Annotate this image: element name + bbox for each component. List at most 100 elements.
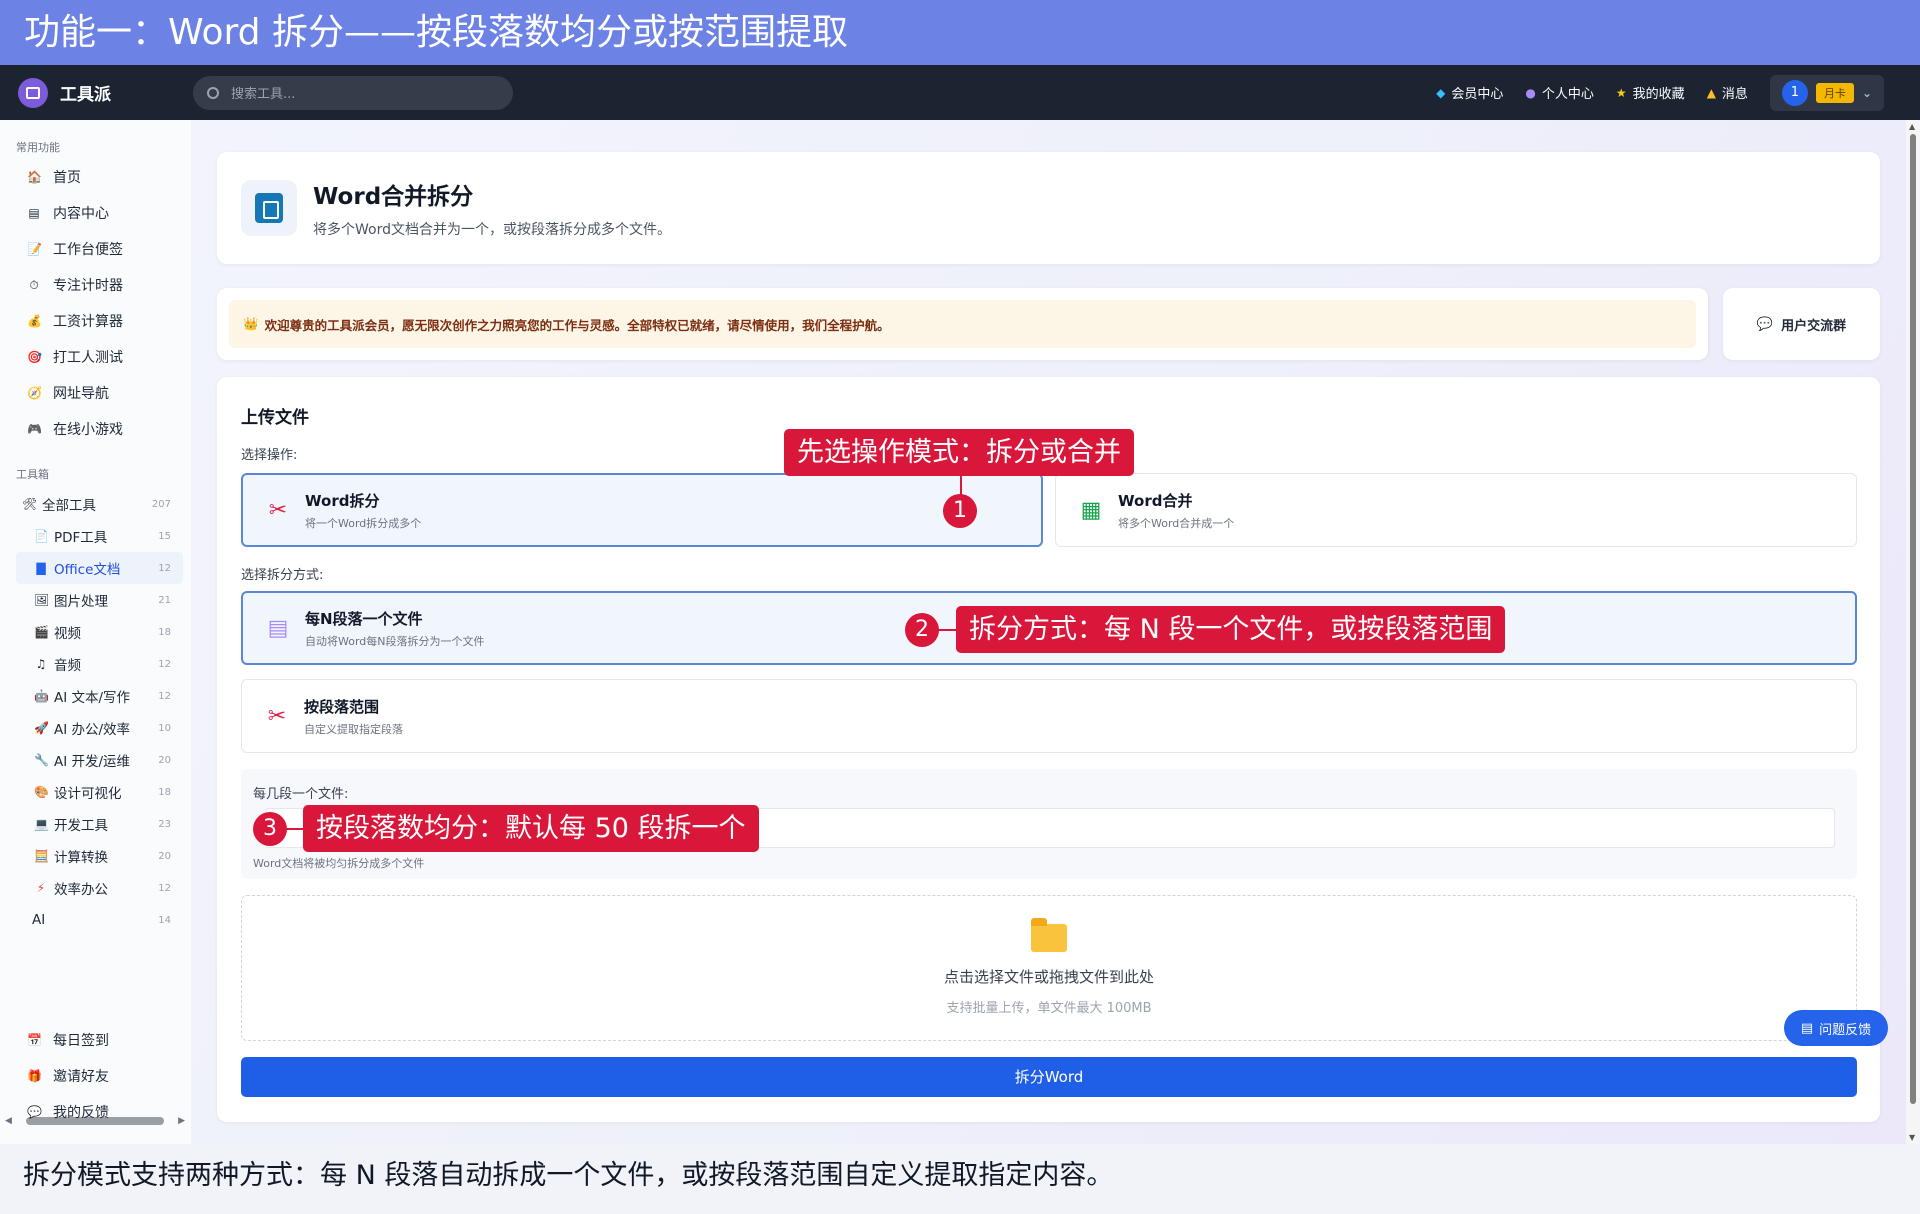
sidebar-tool-pdf[interactable]: 📄 PDF工具 15 [0, 520, 191, 552]
diamond-icon: ◆ [1436, 85, 1446, 100]
memo-icon: 📝 [27, 242, 42, 256]
top-navbar: 工具派 搜索工具... ◆ 会员中心 ● 个人中心 ★ 我的收藏 ▲ 消息 1 月卡 ⌄ [0, 65, 1920, 120]
page-header-card: Word合并拆分 将多个Word文档合并为一个，或按段落拆分成多个文件。 [217, 152, 1880, 264]
callout-1-label: 先选操作模式：拆分或合并 [784, 429, 1134, 476]
compass-icon: 🧭 [27, 386, 42, 400]
calendar-icon: 📅 [27, 1033, 42, 1047]
drop-subtitle: 支持批量上传，单文件最大 100MB [946, 1001, 1152, 1016]
arrow-down-icon[interactable]: ▼ [1909, 1133, 1915, 1142]
speech-bubble-icon: 💬 [27, 1105, 42, 1119]
sidebar-item-content[interactable]: ▤ 内容中心 [0, 195, 191, 231]
chat-bubble-icon: 💬 [1756, 316, 1774, 332]
star-icon: ★ [1615, 85, 1627, 100]
callout-2-label: 拆分方式：每 N 段一个文件，或按段落范围 [956, 606, 1506, 653]
merge-stack-icon: ▦ [1080, 497, 1102, 523]
sidebar-item-games[interactable]: 🎮 在线小游戏 [0, 411, 191, 447]
sidebar-tool-ai[interactable]: AI 14 [0, 904, 191, 936]
callout-3-number: 3 [253, 812, 287, 846]
sidebar-tool-audio[interactable]: ♫ 音频 12 [0, 648, 191, 680]
monitor-icon: 💻 [34, 817, 49, 831]
operation-label: 选择操作: [241, 448, 298, 463]
sidebar-tool-convert[interactable]: 🧮 计算转换 20 [0, 840, 191, 872]
avatar: 1 [1781, 79, 1808, 106]
feedback-button[interactable]: ▤ 问题反馈 [1784, 1010, 1888, 1046]
sidebar-tool-dev[interactable]: 💻 开发工具 23 [0, 808, 191, 840]
file-drop-zone[interactable]: 点击选择文件或拖拽文件到此处 支持批量上传，单文件最大 100MB [241, 895, 1857, 1041]
operation-option-merge[interactable]: ▦ Word合并 将多个Word合并成一个 [1055, 473, 1857, 547]
gift-icon: 🎁 [27, 1069, 42, 1083]
clapper-icon: 🎬 [34, 625, 49, 639]
nav-profile[interactable]: ● 个人中心 [1525, 83, 1594, 103]
sidebar-tool-efficiency[interactable]: ⚡ 效率办公 12 [0, 872, 191, 904]
bell-icon: ▲ [1706, 85, 1716, 100]
sidebar-item-notes[interactable]: 📝 工作台便签 [0, 231, 191, 267]
arrow-up-icon[interactable]: ▲ [1909, 122, 1915, 131]
sidebar-tool-video[interactable]: 🎬 视频 18 [0, 616, 191, 648]
search-input[interactable]: 搜索工具... [193, 75, 513, 110]
tutorial-banner: 功能一：Word 拆分——按段落数均分或按范围提取 [0, 0, 1920, 65]
param-hint: Word文档将被均匀拆分成多个文件 [253, 857, 425, 870]
nav-messages[interactable]: ▲ 消息 [1706, 83, 1748, 103]
welcome-card: 👑 欢迎尊贵的工具派会员，愿无限次创作之力照亮您的工作与灵感。全部特权已就绪，请… [217, 288, 1708, 360]
lightning-icon: ⚡ [36, 881, 46, 895]
method-option-range[interactable]: ✂ 按段落范围 自定义提取指定段落 [241, 679, 1857, 753]
sidebar-item-nav[interactable]: 🧭 网址导航 [0, 375, 191, 411]
sidebar: 常用功能 🏠 首页 ▤ 内容中心 📝 工作台便签 ⏱ 专注计时器 💰 工资计算器 🎯 打工人… [0, 120, 191, 1144]
sidebar-tool-ai-dev[interactable]: 🔧 AI 开发/运维 20 [0, 744, 191, 776]
wrench-icon: 🔧 [34, 753, 49, 767]
callout-connector [937, 629, 957, 631]
target-icon: 🎯 [27, 350, 42, 364]
money-bag-icon: 💰 [27, 314, 42, 328]
page-vertical-scrollbar[interactable]: ▲ ▼ [1906, 120, 1920, 1144]
sidebar-tool-image[interactable]: 🖼 图片处理 21 [0, 584, 191, 616]
newspaper-icon: ▤ [28, 206, 40, 220]
split-word-button[interactable]: 拆分Word [241, 1057, 1857, 1097]
callout-1-number: 1 [943, 494, 977, 528]
method-label: 选择拆分方式: [241, 568, 324, 583]
sidebar-tool-ai-text[interactable]: 🤖 AI 文本/写作 12 [0, 680, 191, 712]
brand[interactable]: 工具派 [18, 77, 193, 108]
user-menu[interactable]: 1 月卡 ⌄ [1769, 74, 1884, 111]
palette-icon: 🎨 [34, 785, 49, 799]
user-group-button[interactable]: 💬 用户交流群 [1723, 288, 1880, 360]
callout-connector [285, 828, 303, 830]
home-icon: 🏠 [27, 170, 42, 184]
nav-member-center[interactable]: ◆ 会员中心 [1436, 83, 1503, 103]
sidebar-item-home[interactable]: 🏠 首页 [0, 159, 191, 195]
search-icon [207, 86, 219, 99]
abacus-icon: 🧮 [34, 849, 49, 863]
pdf-icon: 📄 [34, 529, 49, 543]
word-document-icon [241, 180, 297, 236]
sidebar-item-salary[interactable]: 💰 工资计算器 [0, 303, 191, 339]
operation-option-split[interactable]: ✂ Word拆分 将一个Word拆分成多个 [241, 473, 1043, 547]
sidebar-tool-design[interactable]: 🎨 设计可视化 18 [0, 776, 191, 808]
brand-name: 工具派 [60, 85, 111, 105]
crown-icon: 👑 [243, 316, 259, 331]
upload-title: 上传文件 [241, 408, 309, 428]
image-icon: 🖼 [34, 593, 50, 607]
sidebar-item-all-tools[interactable]: 🛠 全部工具 207 [0, 488, 191, 520]
search-placeholder: 搜索工具... [231, 87, 296, 102]
scrollbar-thumb[interactable] [1910, 134, 1916, 1104]
callout-3-label: 按段落数均分：默认每 50 段拆一个 [303, 805, 759, 852]
music-icon: ♫ [35, 657, 47, 671]
sidebar-item-feedback[interactable]: 💬 我的反馈 [0, 1094, 191, 1130]
sidebar-tool-office[interactable]: ▇ Office文档 12 [16, 552, 183, 584]
page-subtitle: 将多个Word文档合并为一个，或按段落拆分成多个文件。 [313, 222, 671, 238]
scissors-icon: ✂ [267, 703, 287, 729]
document-icon: ▇ [36, 561, 46, 575]
document-icon: ▤ [1800, 1020, 1814, 1036]
user-icon: ● [1525, 85, 1536, 100]
nav-favorites[interactable]: ★ 我的收藏 [1615, 83, 1685, 103]
sidebar-tool-ai-office[interactable]: 🚀 AI 办公/效率 10 [0, 712, 191, 744]
sidebar-item-invite[interactable]: 🎁 邀请好友 [0, 1058, 191, 1094]
tools-icon: 🛠 [22, 497, 38, 511]
document-lines-icon: ▤ [267, 615, 289, 641]
sidebar-item-test[interactable]: 🎯 打工人测试 [0, 339, 191, 375]
upload-card: 上传文件 选择操作: ✂ Word拆分 将一个Word拆分成多个 ▦ Word合并… [217, 377, 1880, 1122]
sidebar-item-checkin[interactable]: 📅 每日签到 [0, 1022, 191, 1058]
timer-icon: ⏱ [29, 277, 39, 292]
sidebar-item-timer[interactable]: ⏱ 专注计时器 [0, 267, 191, 303]
drop-title: 点击选择文件或拖拽文件到此处 [943, 968, 1154, 986]
gamepad-icon: 🎮 [27, 422, 42, 436]
